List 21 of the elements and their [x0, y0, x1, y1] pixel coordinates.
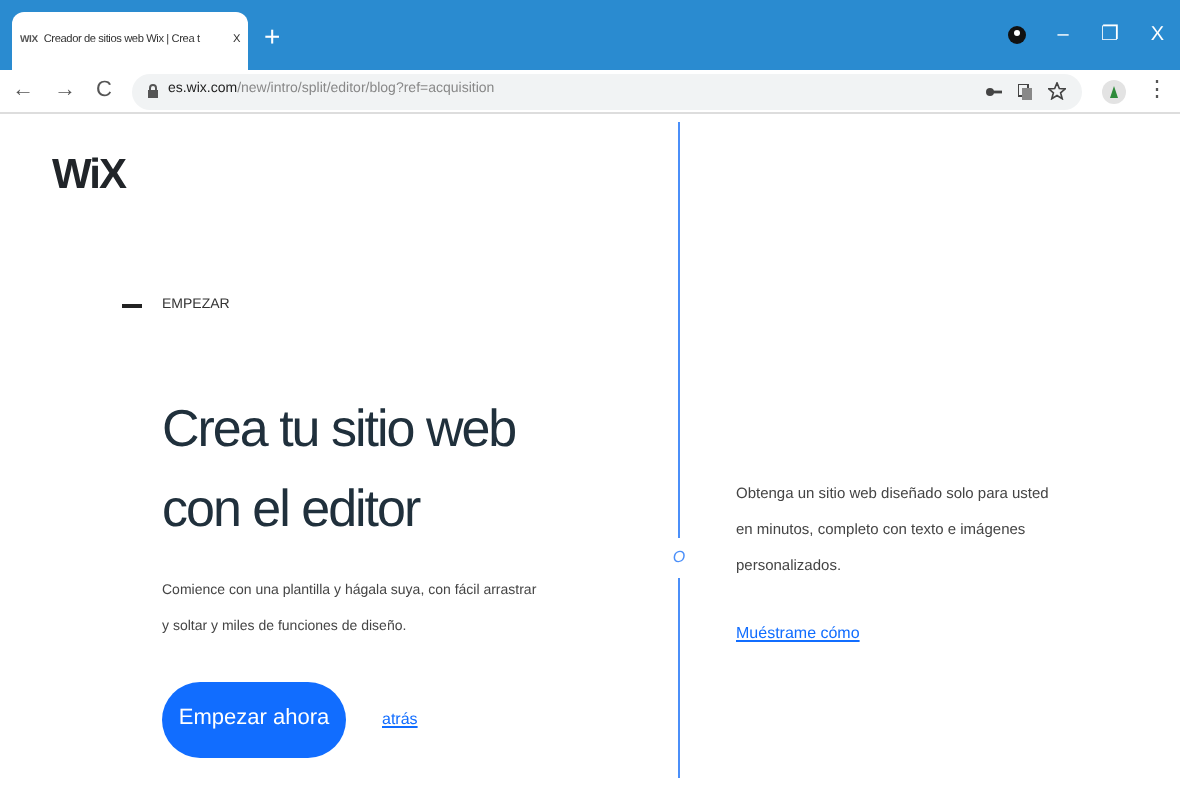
translate-icon[interactable]	[1018, 83, 1032, 99]
start-now-button[interactable]: Empezar ahora	[162, 681, 346, 757]
minimize-button[interactable]: –	[1057, 20, 1069, 50]
heading-line: Crea tu sitio web	[162, 395, 516, 461]
close-button[interactable]: X	[1150, 20, 1164, 50]
show-me-how-link[interactable]: Muéstrame cómo	[736, 616, 860, 652]
back-link[interactable]: atrás	[382, 707, 418, 731]
wix-logo[interactable]: WiX	[52, 154, 125, 196]
heading-line: con el editor	[162, 475, 420, 541]
or-label: O	[672, 546, 686, 570]
key-icon[interactable]	[986, 85, 1002, 97]
star-icon[interactable]	[1048, 82, 1066, 100]
new-tab-button[interactable]: +	[264, 16, 281, 58]
back-button[interactable]: ←	[12, 74, 34, 108]
extension-icon[interactable]	[1102, 79, 1126, 103]
forward-button[interactable]: →	[54, 74, 76, 108]
lock-icon	[147, 84, 158, 98]
restore-button[interactable]: ❐	[1100, 20, 1119, 50]
account-icon[interactable]	[1007, 26, 1026, 44]
reload-button[interactable]: C	[96, 74, 112, 108]
more-menu-button[interactable]: ⋮	[1146, 74, 1168, 108]
